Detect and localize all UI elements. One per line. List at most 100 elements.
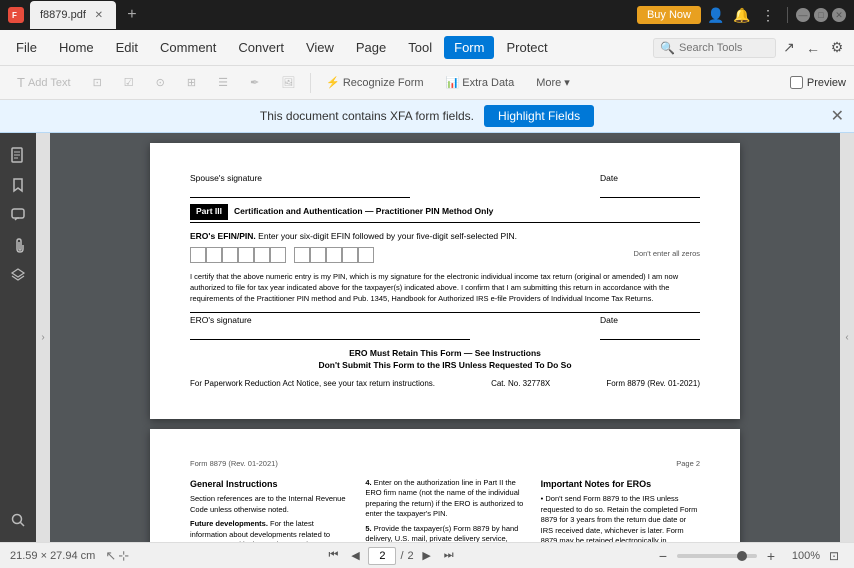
align-button[interactable]: ⊡ (84, 72, 111, 93)
certification-text: I certify that the above numeric entry i… (190, 271, 700, 305)
preview-checkbox[interactable] (790, 76, 803, 89)
settings-icon[interactable]: ⚙ (826, 37, 848, 59)
new-tab-button[interactable]: + (122, 5, 142, 25)
menu-tool[interactable]: Tool (398, 36, 442, 59)
sidebar-pages-icon[interactable] (4, 141, 32, 169)
align-icon: ⊡ (93, 76, 102, 89)
current-page-input[interactable] (368, 547, 396, 565)
zoom-value: 100% (785, 550, 820, 562)
preview-toggle[interactable]: Preview (790, 76, 846, 89)
external-link-icon[interactable]: ↗ (778, 37, 800, 59)
list-button[interactable]: ☰ (209, 72, 237, 93)
left-scroll-handle[interactable]: › (36, 133, 50, 542)
page2-col1: General Instructions Section references … (190, 478, 349, 542)
next-page-button[interactable]: ▶ (418, 547, 436, 565)
menu-comment[interactable]: Comment (150, 36, 226, 59)
fit-page-button[interactable]: ⊡ (824, 546, 844, 566)
menu-file[interactable]: File (6, 36, 47, 59)
buy-now-button[interactable]: Buy Now (637, 6, 701, 24)
zoom-out-button[interactable]: − (653, 546, 673, 566)
search-input[interactable] (679, 42, 769, 54)
sidebar-bookmarks-icon[interactable] (4, 171, 32, 199)
menu-edit[interactable]: Edit (106, 36, 148, 59)
efin-instruction: Enter your six-digit EFIN followed by yo… (258, 231, 517, 241)
close-button[interactable]: ✕ (832, 8, 846, 22)
account-icon[interactable]: 👤 (705, 4, 727, 26)
part-title-row: Part III Certification and Authenticatio… (190, 204, 700, 223)
col2-item5-text: Provide the taxpayer(s) Form 8879 by han… (365, 524, 518, 542)
menu-home[interactable]: Home (49, 36, 104, 59)
extra-data-button[interactable]: 📊 Extra Data (437, 72, 524, 93)
menu-bar: File Home Edit Comment Convert View Page… (0, 30, 854, 66)
zoom-controls: − + 100% ⊡ (653, 546, 844, 566)
first-page-button[interactable]: ⏮ (324, 547, 342, 565)
sidebar-attachments-icon[interactable] (4, 231, 32, 259)
zoom-slider-thumb[interactable] (737, 551, 747, 561)
more-button[interactable]: More ▾ (527, 72, 579, 93)
menu-icon[interactable]: ⋮ (757, 4, 779, 26)
sidebar-layers-icon[interactable] (4, 261, 32, 289)
recognize-form-button[interactable]: ⚡ Recognize Form (317, 72, 432, 93)
list-icon: ☰ (218, 76, 228, 89)
cat-no: Cat. No. 32778X (491, 378, 550, 389)
title-bar: F f8879.pdf ✕ + Buy Now 👤 🔔 ⋮ — □ ✕ (0, 0, 854, 30)
minimize-button[interactable]: — (796, 8, 810, 22)
menu-form[interactable]: Form (444, 36, 494, 59)
more-chevron-icon: ▾ (564, 76, 570, 89)
tab-close-button[interactable]: ✕ (92, 8, 106, 22)
efin-box-3 (222, 247, 238, 263)
zoom-slider[interactable] (677, 554, 757, 558)
main-layout: › Spouse's signature Date Part III Certi… (0, 133, 854, 542)
ero-date-label: Date (600, 315, 700, 340)
toolbar: T Add Text ⊡ ☑ ⊙ ⊞ ☰ ✒ 🖼 ⚡ Recognize For… (0, 66, 854, 100)
checkbox-button[interactable]: ☑ (115, 72, 143, 93)
notification-icon[interactable]: 🔔 (731, 4, 753, 26)
menu-view[interactable]: View (296, 36, 344, 59)
prev-page-button[interactable]: ◀ (346, 547, 364, 565)
col2-item5: 5. Provide the taxpayer(s) Form 8879 by … (365, 524, 524, 542)
add-text-icon: T (17, 75, 25, 90)
col3-bullet1: • Don't send Form 8879 to the IRS unless… (541, 494, 700, 542)
col2-item5-num: 5. (365, 524, 371, 533)
highlight-fields-button[interactable]: Highlight Fields (484, 105, 594, 127)
xfa-banner-text: This document contains XFA form fields. (260, 109, 474, 123)
tab-label: f8879.pdf (40, 9, 86, 21)
paperwork-notice: For Paperwork Reduction Act Notice, see … (190, 378, 435, 389)
maximize-button[interactable]: □ (814, 8, 828, 22)
radio-button[interactable]: ⊙ (147, 72, 174, 93)
page-dimensions: 21.59 × 27.94 cm (10, 550, 95, 562)
add-text-button[interactable]: T Add Text (8, 71, 80, 94)
ero-sig-label: ERO's signature (190, 315, 470, 340)
col1-future-bold: Future developments. (190, 519, 268, 528)
xfa-banner: This document contains XFA form fields. … (0, 100, 854, 133)
efin-box-6 (270, 247, 286, 263)
menu-page[interactable]: Page (346, 36, 396, 59)
last-page-button[interactable]: ⏭ (440, 547, 458, 565)
radio-icon: ⊙ (156, 76, 165, 89)
search-icon: 🔍 (660, 41, 675, 55)
col1-title: General Instructions (190, 478, 349, 491)
menu-protect[interactable]: Protect (496, 36, 557, 59)
paperwork-row: For Paperwork Reduction Act Notice, see … (190, 378, 700, 389)
col1-para1: Section references are to the Internal R… (190, 494, 349, 515)
xfa-banner-close-button[interactable]: ✕ (831, 106, 844, 126)
signature-row: Spouse's signature Date (190, 173, 700, 198)
efin-box-1 (190, 247, 206, 263)
sidebar-search-icon[interactable] (4, 506, 32, 534)
retain-title: ERO Must Retain This Form — See Instruct… (190, 348, 700, 360)
menu-convert[interactable]: Convert (228, 36, 294, 59)
pdf-content-area[interactable]: Spouse's signature Date Part III Certifi… (50, 133, 840, 542)
signature-button[interactable]: ✒ (241, 72, 268, 93)
page2-header: Form 8879 (Rev. 01-2021) Page 2 (190, 459, 700, 470)
efin-row: ERO's EFIN/PIN. Enter your six-digit EFI… (190, 231, 700, 263)
image-button[interactable]: 🖼 (272, 72, 304, 93)
efin-box-9 (326, 247, 342, 263)
zoom-in-button[interactable]: + (761, 546, 781, 566)
sidebar-comments-icon[interactable] (4, 201, 32, 229)
efin-box-7 (294, 247, 310, 263)
combo-button[interactable]: ⊞ (178, 72, 205, 93)
right-scroll-handle[interactable]: ‹ (840, 133, 854, 542)
back-icon[interactable]: ← (802, 37, 824, 59)
title-bar-right: Buy Now 👤 🔔 ⋮ — □ ✕ (637, 4, 846, 26)
active-tab[interactable]: f8879.pdf ✕ (30, 1, 116, 29)
